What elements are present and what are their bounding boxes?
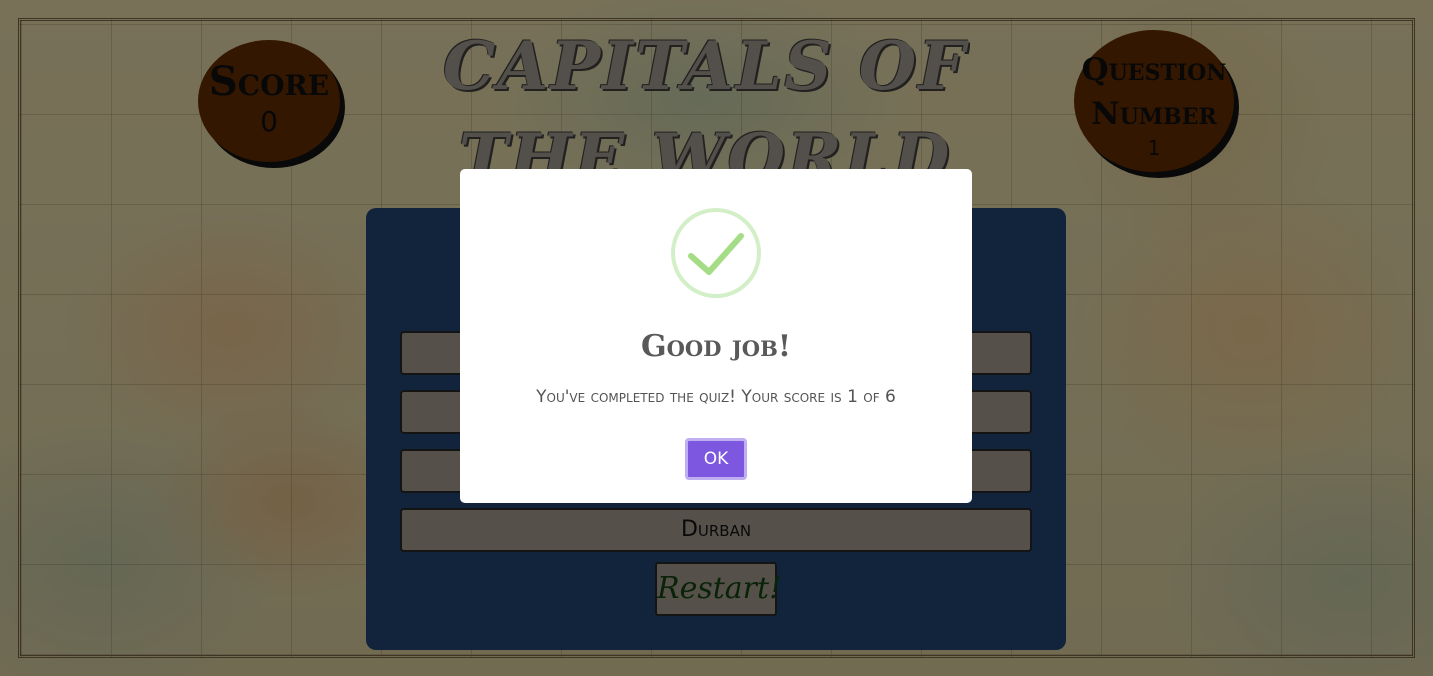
dialog-title: Good job!: [640, 329, 791, 364]
result-dialog: Good job! You've completed the quiz! You…: [460, 169, 972, 503]
ok-button[interactable]: OK: [685, 438, 747, 480]
checkmark-icon: [671, 208, 761, 298]
dialog-message: You've completed the quiz! Your score is…: [536, 387, 896, 407]
